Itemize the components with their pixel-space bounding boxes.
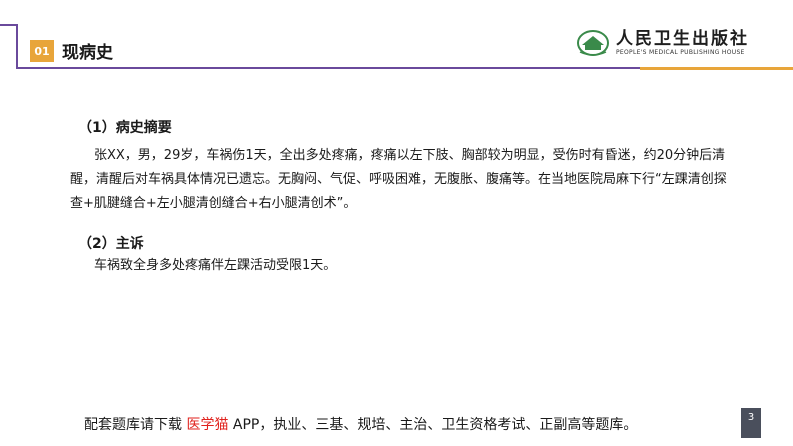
logo-english-name: PEOPLE'S MEDICAL PUBLISHING HOUSE	[616, 48, 745, 56]
section-number-badge: 01	[30, 40, 54, 62]
header-bracket	[16, 24, 28, 68]
publisher-logo: 人民卫生出版社 PEOPLE'S MEDICAL PUBLISHING HOUS…	[576, 26, 766, 60]
footer-prefix: 配套题库请下载	[84, 417, 182, 433]
footer-notice: 配套题库请下载 医学猫 APP，执业、三基、规培、主治、卫生资格考试、正副高等题…	[84, 414, 637, 434]
page-number: 3	[741, 408, 761, 438]
summary-text: 张XX，男，29岁，车祸伤1天，全出多处疼痛，疼痛以左下肢、胸部较为明显，受伤时…	[70, 148, 727, 211]
publisher-emblem-icon	[577, 30, 609, 56]
logo-chinese-name: 人民卫生出版社	[616, 28, 749, 49]
complaint-text: 车祸致全身多处疼痛伴左踝活动受限1天。	[94, 258, 337, 273]
complaint-heading: （2）主诉	[78, 236, 144, 252]
footer-suffix: APP，执业、三基、规培、主治、卫生资格考试、正副高等题库。	[232, 417, 638, 433]
summary-paragraph: 张XX，男，29岁，车祸伤1天，全出多处疼痛，疼痛以左下肢、胸部较为明显，受伤时…	[70, 144, 730, 216]
footer-app-name[interactable]: 医学猫	[186, 417, 228, 433]
summary-heading: （1）病史摘要	[78, 120, 172, 136]
section-title: 现病史	[62, 43, 113, 63]
header-divider-accent	[640, 67, 793, 70]
